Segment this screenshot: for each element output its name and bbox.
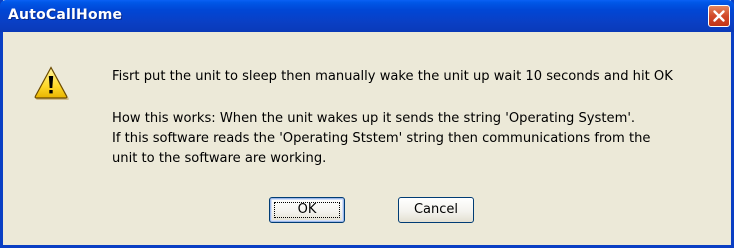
explanation-line: If this software reads the 'Operating St… xyxy=(112,131,651,146)
focus-ring xyxy=(274,202,340,218)
close-icon xyxy=(713,10,725,22)
explanation-line: How this works: When the unit wakes up i… xyxy=(112,111,636,126)
cancel-button[interactable]: Cancel xyxy=(398,197,474,223)
close-button[interactable] xyxy=(708,5,730,27)
dialog-message: Fisrt put the unit to sleep then manuall… xyxy=(112,69,673,84)
title-bar[interactable]: AutoCallHome xyxy=(0,0,734,32)
explanation-text: How this works: When the unit wakes up i… xyxy=(112,109,650,169)
explanation-line: unit to the software are working. xyxy=(112,151,327,166)
dialog-window: AutoCallHome Fisrt put the unit to sleep… xyxy=(0,0,734,248)
ok-button[interactable]: OK xyxy=(269,197,345,223)
window-title: AutoCallHome xyxy=(8,7,123,23)
warning-icon xyxy=(34,66,69,100)
